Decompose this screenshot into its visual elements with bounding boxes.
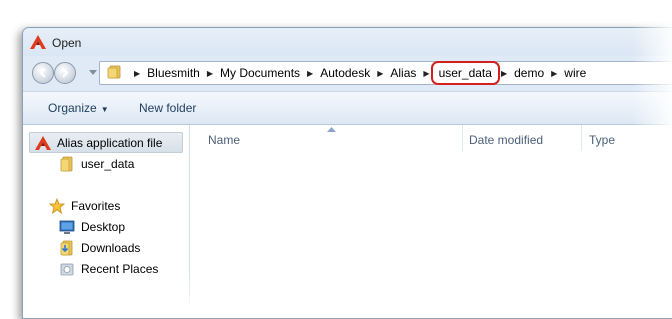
nav-item-desktop[interactable]: Desktop (59, 219, 125, 235)
window-title: Open (52, 36, 82, 50)
nav-item-favorites[interactable]: Favorites (49, 198, 120, 214)
folder-icon (60, 156, 73, 172)
recent-pages-chevron-icon[interactable] (89, 70, 97, 75)
nav-item-label: Downloads (81, 241, 141, 255)
column-header-name[interactable]: Name (208, 133, 240, 147)
recent-places-icon (60, 263, 74, 276)
nav-item-user-data[interactable]: user_data (59, 156, 134, 172)
nav-item-label: Alias application file (57, 135, 163, 150)
sort-ascending-icon (327, 127, 336, 132)
navigation-pane: Alias application file user_data Favorit… (23, 125, 190, 318)
breadcrumb-separator-icon[interactable]: ▶ (377, 69, 383, 78)
file-list: Name Date modified Type (190, 125, 672, 318)
breadcrumb-autodesk[interactable]: Autodesk (319, 66, 371, 80)
breadcrumb-separator-icon[interactable]: ▶ (501, 69, 507, 78)
forward-button[interactable] (54, 62, 76, 84)
column-header-type[interactable]: Type (589, 133, 615, 147)
nav-item-recent-places[interactable]: Recent Places (59, 261, 158, 277)
column-divider[interactable] (581, 125, 582, 151)
nav-item-label: Desktop (81, 220, 126, 234)
forward-arrow-icon (62, 68, 69, 78)
breadcrumb-separator-icon[interactable]: ▶ (423, 69, 429, 78)
breadcrumb-my-documents[interactable]: My Documents (219, 66, 301, 80)
organize-label: Organize (48, 101, 97, 115)
breadcrumb-separator-icon[interactable]: ▶ (307, 69, 313, 78)
nav-item-label: Favorites (71, 199, 121, 213)
nav-item-label: user_data (81, 157, 135, 171)
desktop-icon (59, 220, 75, 234)
breadcrumb-wire[interactable]: wire (563, 66, 587, 80)
breadcrumb-bluesmith[interactable]: Bluesmith (146, 66, 201, 80)
nav-item-label: Recent Places (81, 262, 159, 276)
star-icon (49, 198, 65, 214)
address-bar[interactable]: ▶ Bluesmith ▶ My Documents ▶ Autodesk ▶ … (99, 61, 672, 85)
downloads-icon (60, 240, 73, 256)
back-arrow-icon (39, 68, 46, 78)
navigation-row: ▶ Bluesmith ▶ My Documents ▶ Autodesk ▶ … (23, 58, 672, 88)
breadcrumb-alias[interactable]: Alias (389, 66, 417, 80)
folder-icon (107, 65, 121, 79)
breadcrumb-demo[interactable]: demo (513, 66, 545, 80)
alias-app-icon (30, 35, 46, 49)
nav-item-downloads[interactable]: Downloads (59, 240, 140, 256)
back-button[interactable] (32, 62, 54, 84)
column-header-date-modified[interactable]: Date modified (469, 133, 543, 147)
chevron-down-icon: ▼ (100, 105, 109, 114)
title-bar: Open (23, 28, 672, 56)
alias-icon (35, 135, 51, 150)
organize-button[interactable]: Organize ▼ (48, 101, 109, 115)
new-folder-button[interactable]: New folder (139, 101, 196, 115)
column-divider[interactable] (462, 125, 463, 151)
breadcrumb-separator-icon[interactable]: ▶ (134, 69, 140, 78)
nav-item-alias-application-file[interactable]: Alias application file (29, 132, 183, 153)
breadcrumb: ▶ Bluesmith ▶ My Documents ▶ Autodesk ▶ … (128, 61, 587, 85)
breadcrumb-separator-icon[interactable]: ▶ (551, 69, 557, 78)
breadcrumb-user-data[interactable]: user_data (430, 61, 500, 85)
command-bar: Organize ▼ New folder (23, 91, 672, 125)
breadcrumb-separator-icon[interactable]: ▶ (207, 69, 213, 78)
open-dialog: Open ▶ Bluesmith ▶ My Documents ▶ Autode… (22, 27, 672, 319)
